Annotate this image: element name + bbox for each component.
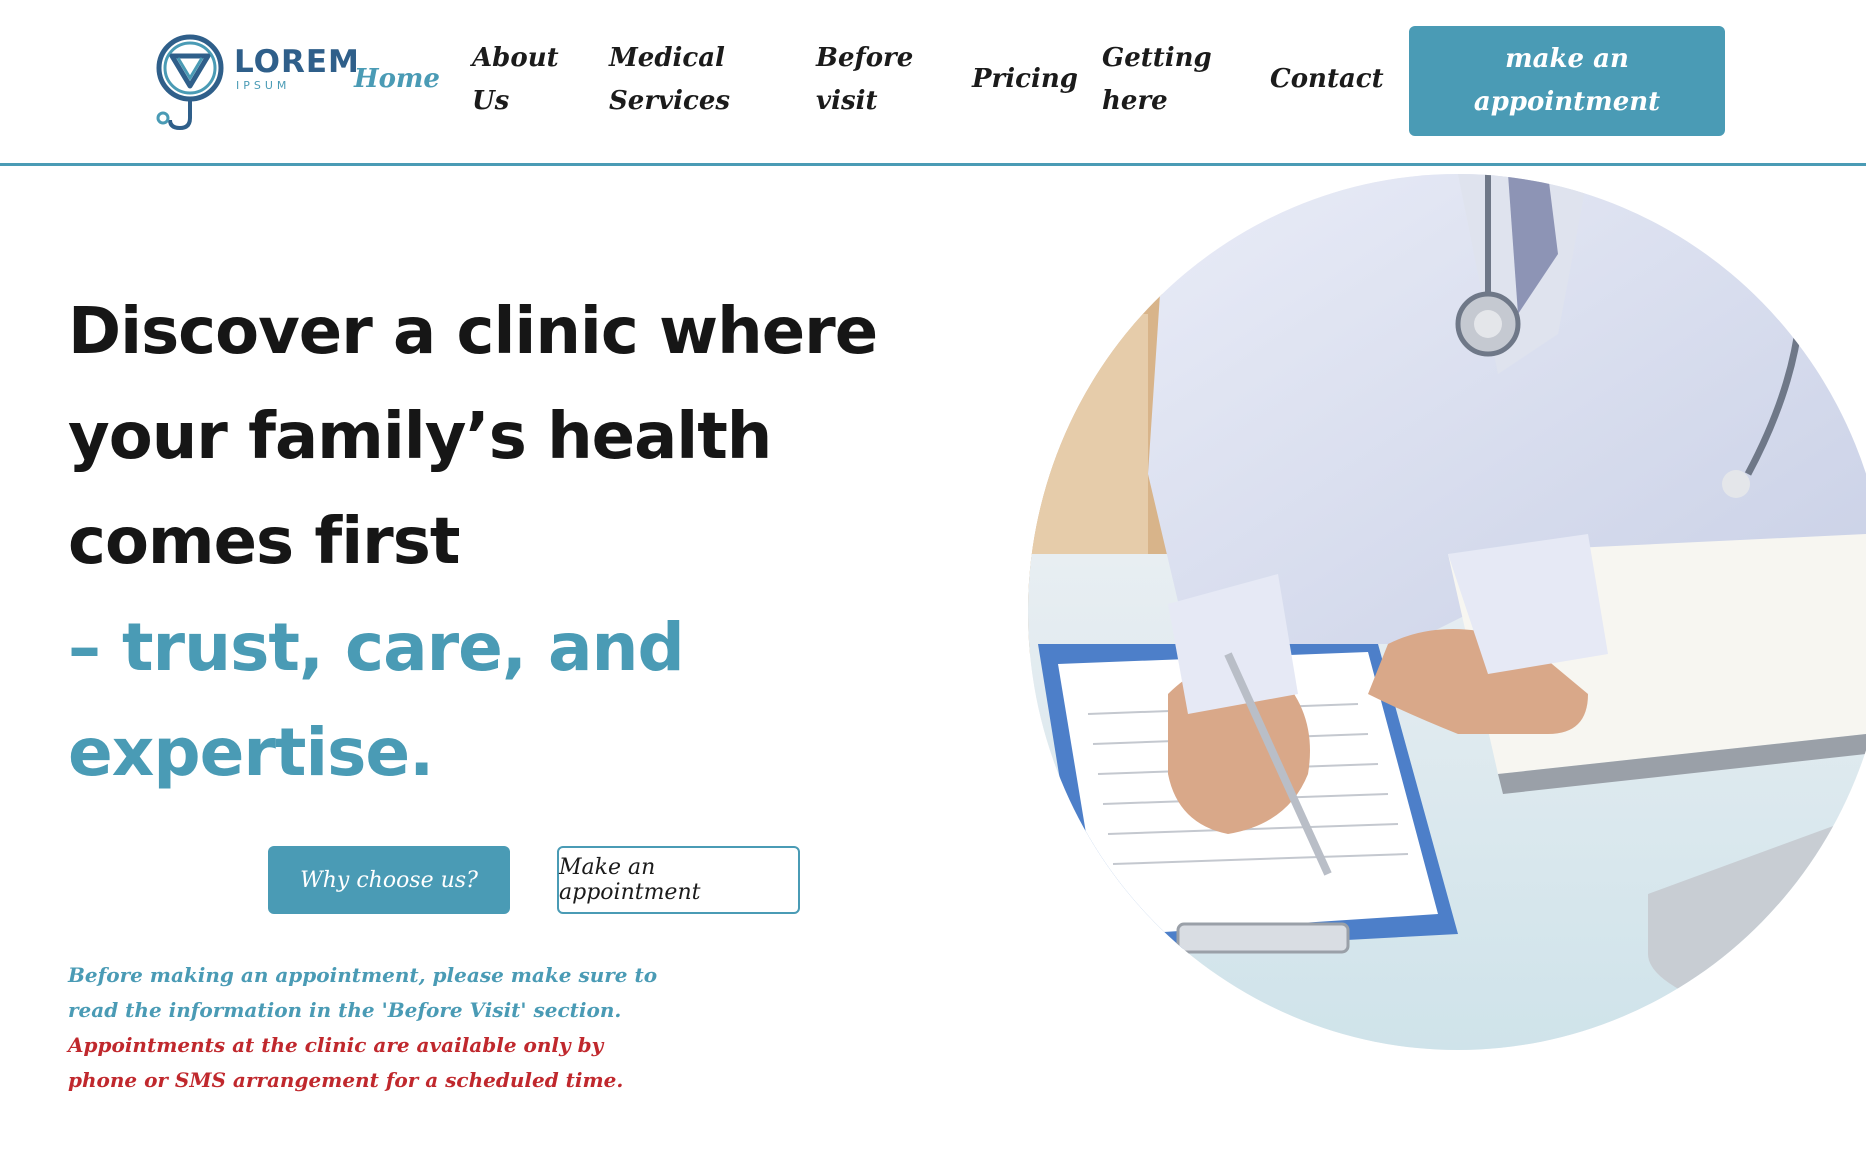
nav-medical-services[interactable]: Medical Services	[609, 37, 739, 123]
doctor-writing-photo-icon	[1028, 174, 1866, 1050]
nav-before-visit[interactable]: Before visit	[816, 37, 913, 123]
logo-tagline: IPSUM	[236, 79, 291, 92]
hero-title: Discover a clinic where your family’s he…	[68, 295, 878, 579]
why-choose-us-button[interactable]: Why choose us?	[268, 846, 510, 914]
hero-doctor-image	[1028, 174, 1866, 1050]
logo[interactable]: LOREM IPSUM	[152, 28, 359, 138]
make-appointment-button[interactable]: Make an appointment	[557, 846, 800, 914]
notice-info-text: Before making an appointment, please mak…	[68, 963, 658, 1022]
hero-accent-text: – trust, care, and expertise.	[68, 609, 685, 791]
nav-getting-here[interactable]: Getting here	[1102, 37, 1212, 123]
stethoscope-logo-icon	[156, 34, 224, 131]
notice-warning-text: Appointments at the clinic are available…	[68, 1033, 624, 1092]
nav-about-us[interactable]: About Us	[472, 37, 562, 123]
nav-contact[interactable]: Contact	[1270, 58, 1390, 101]
site-header: LOREM IPSUM Home About Us Medical Servic…	[0, 0, 1866, 166]
nav-pricing[interactable]: Pricing	[972, 58, 1092, 101]
nav-home[interactable]: Home	[354, 58, 444, 101]
appointment-notice: Before making an appointment, please mak…	[68, 958, 658, 1098]
logo-wordmark: LOREM	[234, 44, 360, 80]
make-appointment-header-button[interactable]: make an appointment	[1409, 26, 1725, 136]
